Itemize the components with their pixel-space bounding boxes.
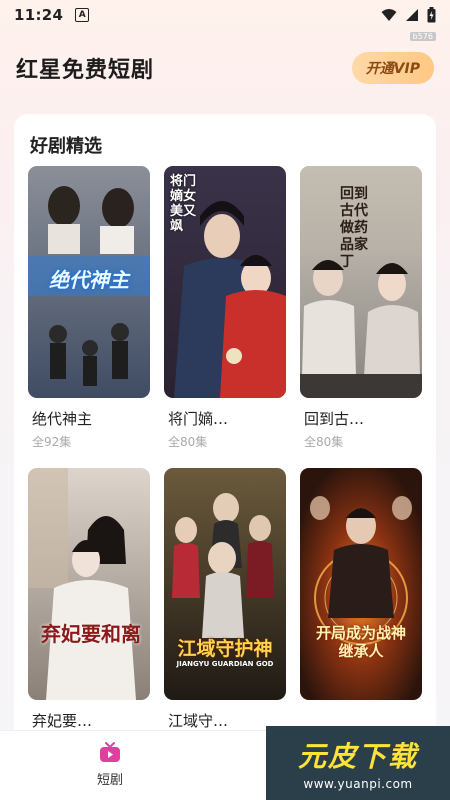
- drama-item[interactable]: 回到古代做药品家丁 回到古… 全80集: [300, 166, 422, 454]
- drama-item[interactable]: 江域守护神 JIANGYU GUARDIAN GOD 江域守…: [164, 468, 286, 756]
- drama-title: 弃妃要…: [32, 712, 93, 730]
- status-time: 11:24: [14, 6, 64, 24]
- poster-title: 绝代神主: [49, 268, 129, 292]
- poster-subtitle: JIANGYU GUARDIAN GOD: [176, 660, 274, 668]
- version-tag: b576: [409, 32, 436, 41]
- drama-grid: 绝代神主 绝代神主 全92集 将门嫡女美又飒 将门嫡… 全80集 回到古代做药品…: [28, 166, 422, 756]
- drama-poster[interactable]: 将门嫡女美又飒: [164, 166, 286, 398]
- status-bar: 11:24 A: [0, 0, 450, 30]
- poster-title: 开局成为战神继承人: [315, 624, 406, 660]
- poster-title: 回到古代做药品家丁: [340, 186, 368, 270]
- poster-title: 将门嫡女美又飒: [170, 174, 197, 234]
- watermark-url: www.yuanpi.com: [303, 777, 413, 791]
- header: 红星免费短剧 开通VIP: [0, 44, 450, 92]
- drama-item[interactable]: 弃妃要和离 弃妃要…: [28, 468, 150, 756]
- nav-label: 短剧: [96, 773, 123, 788]
- drama-poster[interactable]: 弃妃要和离: [28, 468, 150, 700]
- poster-title: 江域守护神: [177, 638, 273, 660]
- vip-button[interactable]: 开通VIP: [351, 52, 434, 84]
- drama-title: 将门嫡…: [168, 410, 229, 428]
- drama-poster[interactable]: 回到古代做药品家丁: [300, 166, 422, 398]
- section-title: 好剧精选: [30, 136, 102, 157]
- tv-icon: [100, 742, 120, 762]
- nav-item-short-drama[interactable]: 短剧: [80, 741, 140, 788]
- drama-poster[interactable]: 开局成为战神继承人: [300, 468, 422, 700]
- signal-icon: [406, 9, 418, 21]
- app-title: 红星免费短剧: [16, 58, 155, 83]
- drama-item[interactable]: 将门嫡女美又飒 将门嫡… 全80集: [164, 166, 286, 454]
- featured-card: 好剧精选 绝代神主 绝代神主 全92集 将门嫡女美又飒 将门嫡… 全80集 回到…: [14, 114, 436, 754]
- poster-title: 弃妃要和离: [41, 622, 141, 646]
- drama-poster[interactable]: 绝代神主: [28, 166, 150, 398]
- watermark: 元皮下载 www.yuanpi.com: [266, 726, 450, 800]
- episode-count: 全80集: [168, 435, 208, 449]
- episode-count: 全80集: [304, 435, 344, 449]
- drama-item[interactable]: 绝代神主 绝代神主 全92集: [28, 166, 150, 454]
- drama-title: 回到古…: [304, 410, 365, 428]
- episode-count: 全92集: [32, 435, 72, 449]
- drama-item[interactable]: 开局成为战神继承人: [300, 468, 422, 756]
- watermark-title: 元皮下载: [297, 740, 418, 773]
- notification-icon: A: [75, 8, 90, 22]
- wifi-icon: [381, 9, 397, 21]
- status-icons: [381, 7, 436, 23]
- drama-title: 绝代神主: [32, 410, 93, 428]
- drama-poster[interactable]: 江域守护神 JIANGYU GUARDIAN GOD: [164, 468, 286, 700]
- battery-icon: [427, 7, 436, 23]
